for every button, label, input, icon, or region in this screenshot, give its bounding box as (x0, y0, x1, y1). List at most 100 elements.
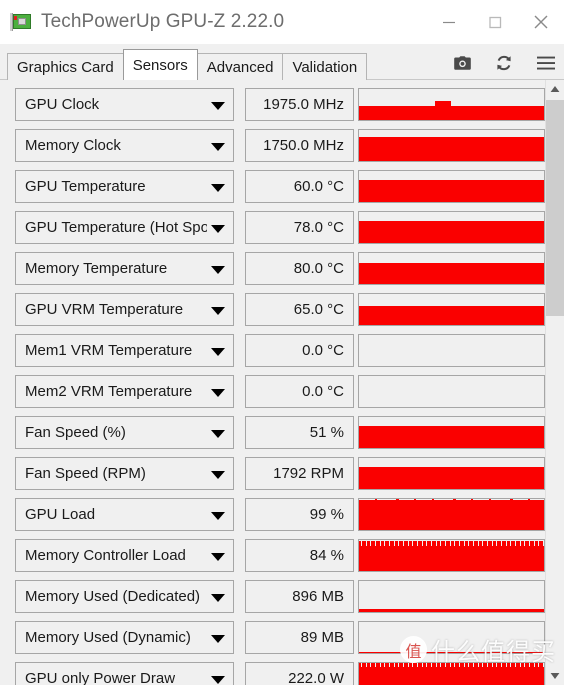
scroll-down-arrow-icon[interactable] (546, 667, 564, 685)
hamburger-menu-icon[interactable] (536, 53, 556, 73)
chevron-down-icon[interactable] (211, 224, 225, 233)
chevron-down-icon[interactable] (211, 306, 225, 315)
sensor-graph[interactable] (358, 334, 545, 367)
sensor-graph-fill (359, 106, 544, 120)
sensor-name-dropdown[interactable]: GPU Load (15, 498, 234, 531)
sensor-graph[interactable] (358, 293, 545, 326)
sensor-graph-fill (359, 665, 544, 685)
sensor-graph[interactable] (358, 539, 545, 572)
sensor-name-dropdown[interactable]: Memory Clock (15, 129, 234, 162)
sensor-value: 60.0 °C (245, 170, 354, 203)
vertical-scrollbar[interactable] (545, 80, 564, 685)
sensor-graph[interactable] (358, 170, 545, 203)
sensor-value: 89 MB (245, 621, 354, 654)
tab-advanced[interactable]: Advanced (196, 53, 284, 80)
sensor-graph[interactable] (358, 621, 545, 654)
sensor-name-dropdown[interactable]: Memory Used (Dedicated) (15, 580, 234, 613)
sensor-name-label: Memory Used (Dedicated) (25, 588, 201, 605)
sensor-name-label: Memory Controller Load (25, 547, 186, 564)
sensor-graph[interactable] (358, 416, 545, 449)
sensor-graph-fill (359, 179, 544, 202)
sensors-panel: GPU Clock 1975.0 MHz Memory Clock 1750.0 MH… (0, 80, 564, 685)
sensor-name-dropdown[interactable]: Fan Speed (%) (15, 416, 234, 449)
sensor-graph[interactable] (358, 662, 545, 685)
sensor-name-dropdown[interactable]: GPU Clock (15, 88, 234, 121)
chevron-down-icon[interactable] (211, 511, 225, 520)
chevron-down-icon[interactable] (211, 101, 225, 110)
sensor-name-label: Memory Temperature (25, 260, 168, 277)
window-title: TechPowerUp GPU-Z 2.22.0 (41, 11, 285, 32)
tab-sensors[interactable]: Sensors (122, 49, 198, 80)
sensor-value-text: 84 % (309, 547, 344, 564)
sensor-graph-spikes (359, 499, 544, 502)
sensor-graph[interactable] (358, 580, 545, 613)
sensor-row: GPU VRM Temperature 65.0 °C (0, 293, 545, 326)
sensor-row: GPU Load 99 % (0, 498, 545, 531)
sensor-row: GPU Temperature (Hot Spot) 78.0 °C (0, 211, 545, 244)
maximize-button[interactable] (472, 0, 518, 44)
sensor-name-label: Mem2 VRM Temperature (25, 383, 193, 400)
sensor-value-text: 51 % (309, 424, 344, 441)
tab-graphics-card[interactable]: Graphics Card (7, 53, 124, 80)
sensor-graph-noise (359, 663, 544, 668)
close-button[interactable] (518, 0, 564, 44)
chevron-down-icon[interactable] (211, 552, 225, 561)
sensor-graph-fill (359, 543, 544, 571)
sensor-value-text: 60.0 °C (293, 178, 344, 195)
sensor-name-dropdown[interactable]: Mem2 VRM Temperature (15, 375, 234, 408)
sensor-value: 78.0 °C (245, 211, 354, 244)
sensor-graph[interactable] (358, 375, 545, 408)
sensor-graph-fill (359, 500, 544, 530)
sensor-graph-fill (359, 305, 544, 325)
sensor-name-dropdown[interactable]: Fan Speed (RPM) (15, 457, 234, 490)
minimize-button[interactable] (426, 0, 472, 44)
chevron-down-icon[interactable] (211, 142, 225, 151)
sensor-value-text: 896 MB (292, 588, 344, 605)
sensor-name-dropdown[interactable]: GPU VRM Temperature (15, 293, 234, 326)
scroll-up-arrow-icon[interactable] (546, 80, 564, 98)
camera-icon[interactable] (452, 53, 472, 73)
chevron-down-icon[interactable] (211, 593, 225, 602)
chevron-down-icon[interactable] (211, 388, 225, 397)
sensor-row: GPU Temperature 60.0 °C (0, 170, 545, 203)
sensor-value: 1975.0 MHz (245, 88, 354, 121)
sensor-graph[interactable] (358, 498, 545, 531)
chevron-down-icon[interactable] (211, 429, 225, 438)
sensor-row: GPU Clock 1975.0 MHz (0, 88, 545, 121)
sensor-graph-noise (359, 540, 544, 546)
scrollbar-thumb[interactable] (546, 100, 564, 316)
sensor-value: 896 MB (245, 580, 354, 613)
refresh-icon[interactable] (494, 53, 514, 73)
sensor-value: 84 % (245, 539, 354, 572)
sensor-list: GPU Clock 1975.0 MHz Memory Clock 1750.0 MH… (0, 80, 545, 685)
chevron-down-icon[interactable] (211, 634, 225, 643)
sensor-value: 0.0 °C (245, 375, 354, 408)
chevron-down-icon[interactable] (211, 265, 225, 274)
sensor-graph[interactable] (358, 88, 545, 121)
sensor-graph[interactable] (358, 252, 545, 285)
tab-list: Graphics Card Sensors Advanced Validatio… (7, 49, 368, 80)
toolbar (452, 49, 556, 77)
chevron-down-icon[interactable] (211, 470, 225, 479)
sensor-row: Mem1 VRM Temperature 0.0 °C (0, 334, 545, 367)
sensor-value: 1750.0 MHz (245, 129, 354, 162)
sensor-name-dropdown[interactable]: Memory Temperature (15, 252, 234, 285)
sensor-name-dropdown[interactable]: GPU only Power Draw (15, 662, 234, 685)
sensor-value-text: 1750.0 MHz (263, 137, 344, 154)
sensor-name-dropdown[interactable]: GPU Temperature (15, 170, 234, 203)
chevron-down-icon[interactable] (211, 675, 225, 684)
chevron-down-icon[interactable] (211, 183, 225, 192)
sensor-graph[interactable] (358, 457, 545, 490)
sensor-graph[interactable] (358, 129, 545, 162)
sensor-name-dropdown[interactable]: GPU Temperature (Hot Spot) (15, 211, 234, 244)
tab-validation[interactable]: Validation (282, 53, 368, 80)
sensor-row: Mem2 VRM Temperature 0.0 °C (0, 375, 545, 408)
chevron-down-icon[interactable] (211, 347, 225, 356)
sensor-name-dropdown[interactable]: Memory Used (Dynamic) (15, 621, 234, 654)
sensor-name-dropdown[interactable]: Mem1 VRM Temperature (15, 334, 234, 367)
sensor-graph[interactable] (358, 211, 545, 244)
sensor-value: 99 % (245, 498, 354, 531)
sensor-graph-fill (359, 609, 544, 612)
sensor-name-dropdown[interactable]: Memory Controller Load (15, 539, 234, 572)
sensor-value-text: 1792 RPM (273, 465, 344, 482)
